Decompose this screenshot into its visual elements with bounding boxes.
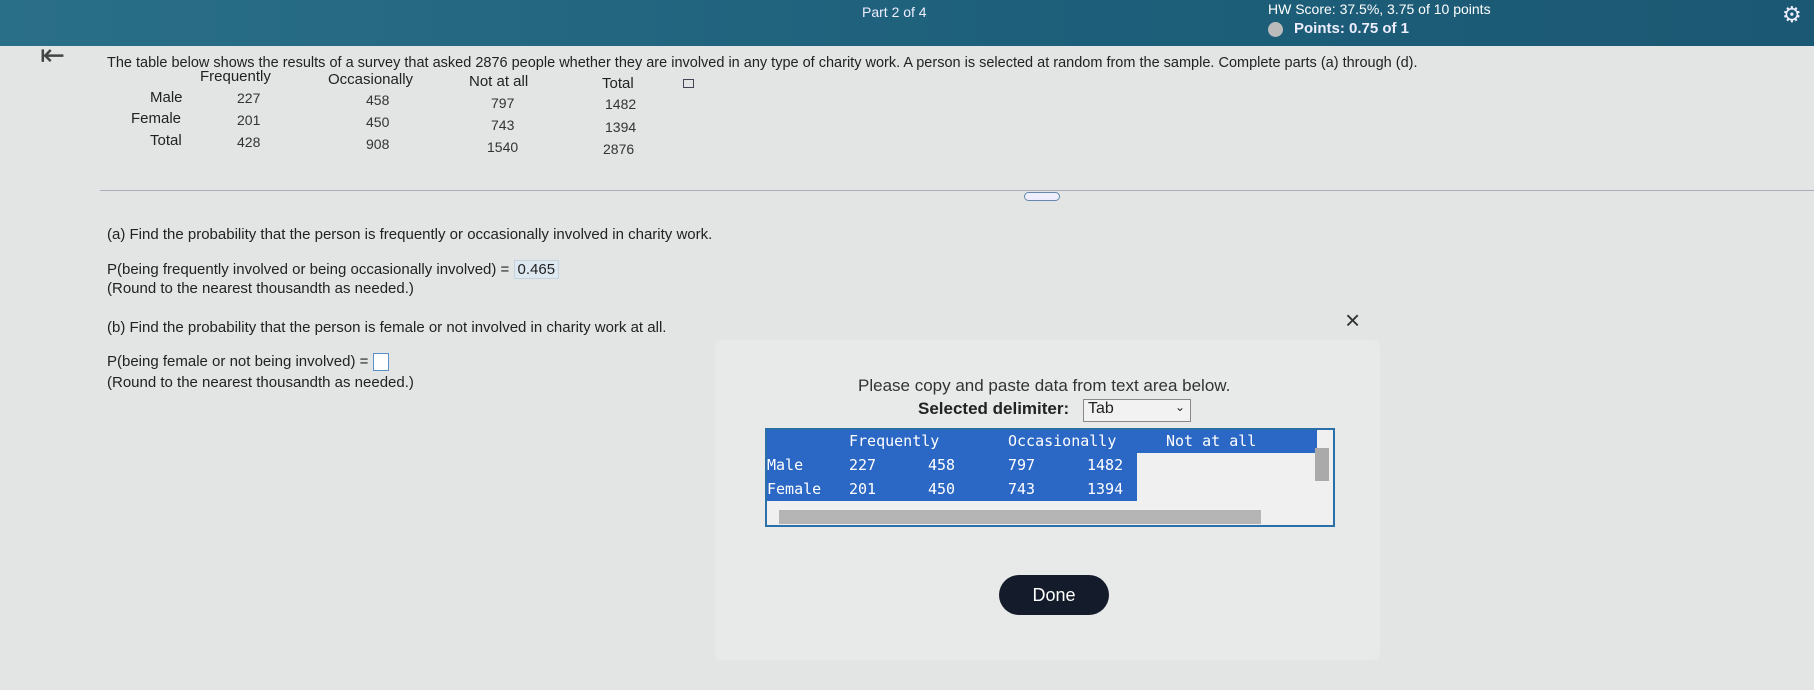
- horizontal-scrollbar[interactable]: [779, 510, 1261, 524]
- col-header: Frequently: [200, 68, 271, 85]
- delimiter-value: Tab: [1088, 400, 1114, 417]
- back-arrow-icon[interactable]: ⇤: [40, 38, 65, 73]
- chevron-down-icon: ⌄: [1174, 400, 1185, 414]
- part-a-label: P(being frequently involved or being occ…: [107, 261, 510, 278]
- popup-instruction: Please copy and paste data from text are…: [858, 376, 1231, 395]
- cell: 450: [366, 114, 390, 130]
- ta-cell: Male: [767, 456, 804, 474]
- delimiter-label: Selected delimiter:: [918, 399, 1070, 418]
- selection-row: Male 227 458 797 1482: [767, 453, 1137, 477]
- cell: 743: [491, 117, 515, 133]
- ta-header: Occasionally: [1008, 432, 1117, 450]
- part-b-note: (Round to the nearest thousandth as need…: [107, 374, 414, 391]
- row-label: Male: [150, 89, 183, 106]
- cell: 1394: [605, 119, 637, 135]
- part-b-label: P(being female or not being involved) =: [107, 353, 369, 370]
- hw-score: HW Score: 37.5%, 3.75 of 10 points: [1268, 1, 1491, 17]
- part-b-answer-input[interactable]: [372, 353, 389, 372]
- vertical-scrollbar[interactable]: [1315, 448, 1329, 481]
- cell: 458: [366, 92, 390, 108]
- more-handle[interactable]: [1024, 192, 1060, 201]
- divider: [100, 190, 1814, 191]
- copy-table-icon[interactable]: [683, 79, 694, 88]
- ta-cell: 1394: [1087, 480, 1124, 498]
- ta-cell: 201: [849, 480, 877, 498]
- points: Points: 0.75 of 1: [1294, 20, 1410, 37]
- partial-credit-icon: [1268, 22, 1283, 37]
- col-header: Total: [602, 75, 634, 92]
- ta-header: Not at all: [1166, 432, 1257, 450]
- row-label: Female: [131, 110, 182, 127]
- cell: 227: [237, 90, 261, 106]
- delimiter-select[interactable]: Tab ⌄: [1083, 399, 1191, 422]
- part-a-answer[interactable]: 0.465: [513, 260, 560, 279]
- cell: 201: [237, 112, 261, 128]
- ta-cell: 797: [1008, 456, 1036, 474]
- col-header: Occasionally: [328, 71, 414, 88]
- part-a-question: (a) Find the probability that the person…: [107, 226, 713, 243]
- cell: 1482: [605, 96, 637, 112]
- ta-cell: 1482: [1087, 456, 1124, 474]
- intro-text: The table below shows the results of a s…: [107, 55, 1418, 71]
- cell: 2876: [603, 141, 635, 157]
- cell: 908: [366, 136, 390, 152]
- ta-cell: Female: [767, 480, 822, 498]
- part-b-prompt: P(being female or not being involved) =: [107, 353, 389, 372]
- part-b-question: (b) Find the probability that the person…: [107, 319, 667, 336]
- data-textarea[interactable]: Frequently Occasionally Not at all Male …: [765, 428, 1335, 527]
- cell: 797: [491, 95, 515, 111]
- top-bar: Part 2 of 4 HW Score: 37.5%, 3.75 of 10 …: [0, 0, 1814, 50]
- done-button[interactable]: Done: [999, 575, 1109, 615]
- part-a-note: (Round to the nearest thousandth as need…: [107, 280, 414, 297]
- settings-gear-icon[interactable]: ⚙: [1782, 2, 1802, 28]
- close-icon[interactable]: ×: [1345, 305, 1360, 336]
- ta-cell: 458: [928, 456, 956, 474]
- row-label: Total: [150, 132, 182, 149]
- part-a-prompt: P(being frequently involved or being occ…: [107, 260, 560, 279]
- ta-cell: 743: [1008, 480, 1036, 498]
- selection-row: Female 201 450 743 1394: [767, 477, 1137, 501]
- part-indicator: Part 2 of 4: [862, 4, 927, 20]
- cell: 1540: [487, 139, 519, 155]
- ta-cell: 227: [849, 456, 877, 474]
- col-header: Not at all: [469, 73, 529, 90]
- selection-row: Frequently Occasionally Not at all: [767, 430, 1317, 453]
- ta-cell: 450: [928, 480, 956, 498]
- ta-header: Frequently: [849, 432, 940, 450]
- cell: 428: [237, 134, 261, 150]
